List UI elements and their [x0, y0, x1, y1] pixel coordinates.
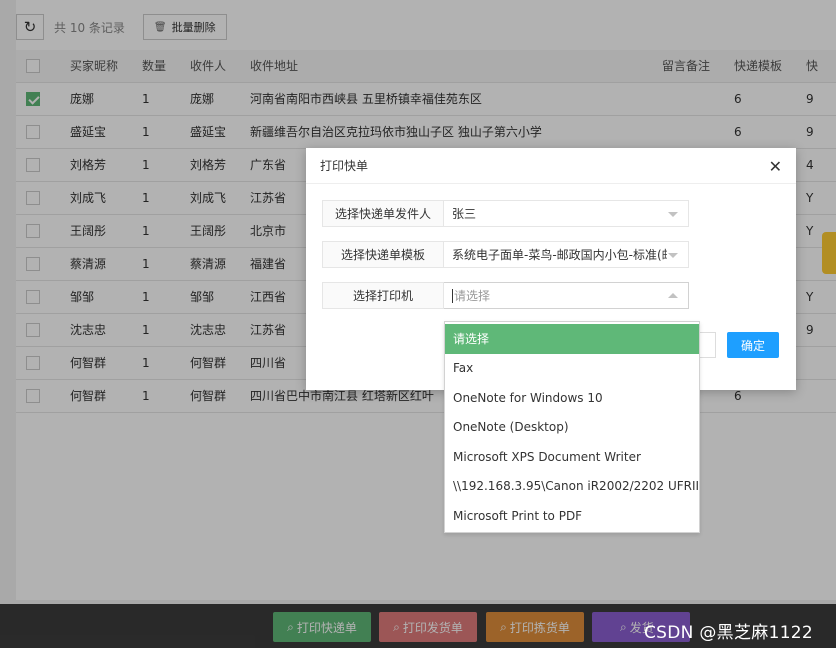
sender-label: 选择快递单发件人 [322, 200, 444, 227]
dialog-title: 打印快单 [320, 159, 369, 173]
printer-select[interactable]: 请选择 [444, 282, 689, 309]
ok-button[interactable]: 确定 [727, 332, 779, 358]
printer-option[interactable]: OneNote (Desktop) [445, 413, 699, 443]
printer-dropdown: 请选择 Fax OneNote for Windows 10 OneNote (Des… [444, 321, 700, 533]
watermark: CSDN @黑芝麻1122 [644, 623, 814, 643]
printer-option[interactable]: Microsoft Print to PDF [445, 501, 699, 531]
printer-option[interactable]: Fax [445, 354, 699, 384]
printer-row: 选择打印机 请选择 [322, 282, 689, 309]
sender-value: 张三 [452, 207, 477, 221]
close-icon[interactable]: ✕ [769, 157, 782, 176]
template-row: 选择快递单模板 系统电子面单-菜鸟-邮政国内小包-标准(邮 [322, 241, 689, 268]
chevron-up-icon [668, 293, 678, 298]
sender-select[interactable]: 张三 [444, 200, 689, 227]
template-select[interactable]: 系统电子面单-菜鸟-邮政国内小包-标准(邮 [444, 241, 689, 268]
page: ↻ 共 10 条记录 🗑 批量删除 买家昵称 数量 收件人 收件地址 留言备注 … [0, 0, 836, 648]
chevron-down-icon [668, 212, 678, 217]
printer-label: 选择打印机 [322, 282, 444, 309]
sender-row: 选择快递单发件人 张三 [322, 200, 689, 227]
dialog-header: 打印快单 [306, 148, 796, 184]
printer-option[interactable]: Microsoft XPS Document Writer [445, 442, 699, 472]
template-value: 系统电子面单-菜鸟-邮政国内小包-标准(邮 [452, 248, 667, 262]
template-label: 选择快递单模板 [322, 241, 444, 268]
cancel-button[interactable] [700, 332, 716, 358]
printer-option[interactable]: 请选择 [445, 324, 699, 354]
text-caret [452, 288, 453, 303]
printer-option[interactable]: \\192.168.3.95\Canon iR2002/2202 UFRII L… [445, 472, 699, 502]
chevron-down-icon [668, 253, 678, 258]
printer-placeholder: 请选择 [454, 289, 491, 303]
printer-option[interactable]: OneNote for Windows 10 [445, 383, 699, 413]
